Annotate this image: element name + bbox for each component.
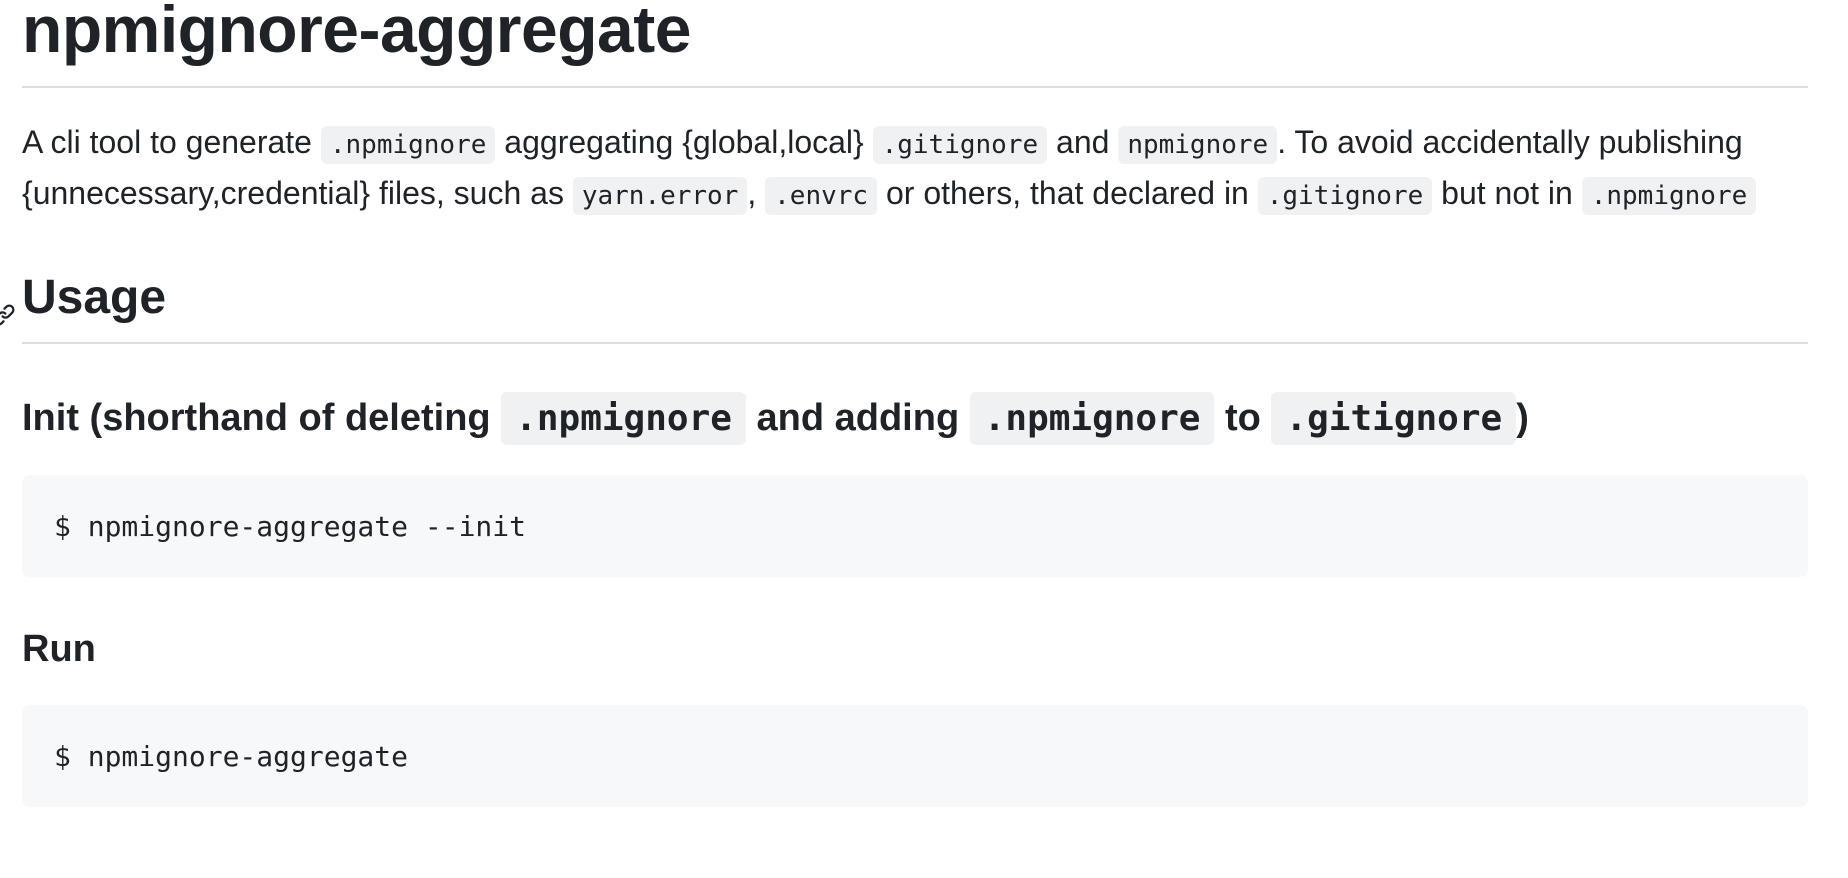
- init-heading: Init (shorthand of deleting .npmignore a…: [22, 386, 1808, 451]
- inline-code: yarn.error: [572, 177, 748, 215]
- intro-paragraph: A cli tool to generate .npmignore aggreg…: [22, 118, 1808, 220]
- intro-text: but not in: [1432, 175, 1582, 211]
- inline-code: .gitignore: [1257, 177, 1433, 215]
- heading-code: .npmignore: [501, 392, 746, 445]
- inline-code: npmignore: [1118, 126, 1278, 164]
- init-command: $ npmignore-aggregate --init: [54, 509, 527, 543]
- inline-code: .gitignore: [872, 126, 1048, 164]
- inline-code: .npmignore: [320, 126, 496, 164]
- intro-text: or others, that declared in: [877, 175, 1258, 211]
- intro-text: A cli tool to generate: [22, 124, 321, 160]
- run-code-block[interactable]: $ npmignore-aggregate: [22, 705, 1808, 807]
- readme-content: npmignore-aggregate A cli tool to genera…: [0, 0, 1808, 807]
- run-heading: Run: [22, 628, 96, 670]
- link-anchor-icon[interactable]: [0, 284, 16, 326]
- run-command: $ npmignore-aggregate: [54, 739, 409, 773]
- heading-text: Init (shorthand of deleting: [22, 397, 502, 439]
- usage-heading: Usage: [0, 270, 1808, 344]
- intro-text: aggregating {global,local}: [495, 124, 873, 160]
- heading-text: to: [1214, 397, 1272, 439]
- usage-heading-text: Usage: [22, 271, 167, 324]
- heading-text: and adding: [745, 397, 970, 439]
- init-code-block[interactable]: $ npmignore-aggregate --init: [22, 475, 1808, 577]
- intro-text: and: [1047, 124, 1119, 160]
- intro-text: ,: [747, 175, 766, 211]
- inline-code: .npmignore: [1581, 177, 1757, 215]
- page-title: npmignore-aggregate: [22, 0, 1808, 88]
- inline-code: .envrc: [765, 177, 878, 215]
- heading-code: .gitignore: [1271, 392, 1517, 445]
- heading-code: .npmignore: [969, 392, 1215, 445]
- heading-text: ): [1516, 397, 1529, 439]
